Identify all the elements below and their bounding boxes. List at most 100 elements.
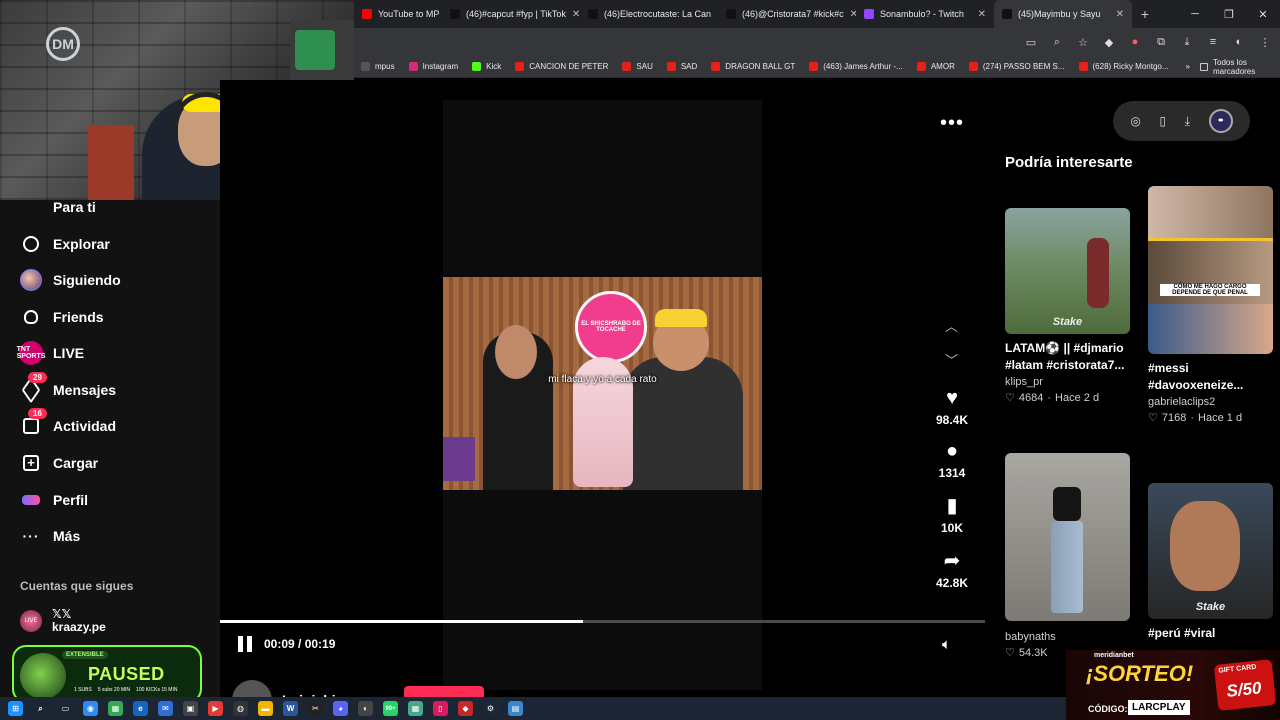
sidebar-item-explorar[interactable]: Explorar (18, 232, 110, 256)
bookmark-label: CANCION DE PETER (529, 62, 609, 71)
cast-icon[interactable]: ▭ (1024, 35, 1038, 49)
steam-icon[interactable]: ⚙ (483, 701, 498, 716)
phone-icon[interactable]: ▯ (1159, 114, 1166, 128)
more-bookmarks-button[interactable]: » (1176, 62, 1200, 71)
download-icon[interactable]: ⤓ (1180, 35, 1194, 49)
bookmark-item[interactable]: SAU (615, 62, 659, 71)
bookmark-item[interactable]: (274) PASSO BEM S... (962, 62, 1072, 71)
user-avatar[interactable]: ⬬ (1208, 109, 1233, 133)
browser-tab[interactable]: (46)#capcut #fyp | TikTok ✕ (442, 0, 580, 28)
bookmark-item[interactable]: CANCION DE PETER (508, 62, 615, 71)
suggested-video-card[interactable]: babynaths ♡ 54.3K (1005, 453, 1130, 659)
app3-icon[interactable]: ◆ (458, 701, 473, 716)
sidebar-item-para-ti[interactable]: Para ti (18, 195, 96, 219)
close-tab-icon[interactable]: ✕ (711, 9, 718, 20)
media-icon[interactable]: ▶ (208, 701, 223, 716)
browser-tab[interactable]: (45)Mayimbu y Sayu ✕ (994, 0, 1132, 28)
share-button[interactable]: ➦ 42.8K (930, 550, 974, 590)
browser-tab[interactable]: YouTube to MP✕ (354, 0, 442, 28)
zoom-icon[interactable]: ⌕ (1050, 35, 1064, 49)
save-button[interactable]: ▮ 10K (930, 495, 974, 535)
discord-icon[interactable]: ◕ (333, 701, 348, 716)
like-button[interactable]: ♥ 98.4K (930, 387, 974, 427)
sidebar-item-siguiendo[interactable]: Siguiendo (18, 268, 121, 292)
bookmark-item[interactable]: AMOR (910, 62, 962, 71)
account-handle: kraazy.pe (52, 620, 106, 634)
comment-icon: ● (945, 440, 959, 462)
bookmark-item[interactable]: mpus (354, 62, 402, 71)
paused-label: PAUSED (88, 664, 165, 684)
restore-icon[interactable]: ❐ (1212, 8, 1246, 21)
sidebar-item-label: Explorar (53, 236, 110, 252)
sidebar-item-perfil[interactable]: Perfil (18, 488, 88, 512)
app-icon[interactable]: ▦ (108, 701, 123, 716)
close-tab-icon[interactable]: ✕ (566, 9, 580, 20)
sidebar-item-live[interactable]: TNT SPORTS LIVE (17, 341, 84, 365)
following-account[interactable]: LIVE 𝕏𝕏 kraazy.pe (20, 608, 106, 634)
new-tab-button[interactable]: + (1132, 6, 1158, 22)
all-bookmarks-button[interactable]: Todos los marcadores (1199, 58, 1280, 76)
woman-head (495, 325, 537, 379)
sidebar-item-label: Mensajes (53, 382, 117, 398)
bookmark-item[interactable]: Instagram (402, 62, 466, 71)
chevron-down-icon[interactable]: ﹀ (945, 350, 958, 369)
whatsapp-icon[interactable]: 99+ (383, 701, 398, 716)
search-icon[interactable]: ⌕ (33, 701, 48, 716)
task-view-icon[interactable]: ▭ (58, 701, 73, 716)
menu-icon[interactable]: ⋮ (1258, 35, 1272, 49)
profile-extension-icon[interactable]: ◐ (1232, 35, 1246, 49)
browser-tab[interactable]: Sonambulo? - Twitch ✕ (856, 0, 994, 28)
bookmark-item[interactable]: DRAGON BALL GT (704, 62, 802, 71)
app4-icon[interactable]: ▤ (508, 701, 523, 716)
record-extension-icon[interactable]: ● (1128, 35, 1142, 49)
browser-tab[interactable]: (46)Electrocutaste: La Can✕ (580, 0, 718, 28)
more-options-icon[interactable]: ••• (940, 112, 964, 135)
bookmark-star-icon[interactable]: ☆ (1076, 35, 1090, 49)
close-window-icon[interactable]: ✕ (1246, 8, 1280, 21)
bookmark-item[interactable]: Kick (465, 62, 508, 71)
close-tab-icon[interactable]: ✕ (972, 9, 986, 20)
video-progress-bar[interactable] (220, 620, 985, 623)
folder-icon[interactable]: ▬ (258, 701, 273, 716)
capcut-icon[interactable]: ✂ (308, 701, 323, 716)
bookmark-item[interactable]: (628) Ricky Montgo... (1072, 62, 1176, 71)
sidebar-item-actividad[interactable]: 16 Actividad (18, 408, 116, 438)
chevron-up-icon[interactable]: ︿ (945, 316, 958, 335)
tv-icon[interactable]: ▣ (183, 701, 198, 716)
reading-list-icon[interactable]: ≡ (1206, 35, 1220, 49)
bookmark-item[interactable]: (463) James Arthur -... (802, 62, 910, 71)
gift-card-value: S/50 (1225, 678, 1263, 701)
app2-icon[interactable]: ◐ (358, 701, 373, 716)
suggested-video-card[interactable]: CÓMO ME HAGO CARGO DEPENDE DE QUE PENAL … (1148, 186, 1273, 424)
calculator-icon[interactable]: ▦ (408, 701, 423, 716)
promo-code: LARCPLAY (1128, 700, 1190, 715)
close-tab-icon[interactable]: ✕ (844, 9, 856, 20)
compass-icon[interactable]: ◎ (1130, 114, 1140, 128)
minimize-icon[interactable]: ─ (1178, 8, 1212, 21)
pause-icon[interactable] (238, 636, 254, 652)
bookmark-label: DRAGON BALL GT (725, 62, 796, 71)
chrome-icon[interactable]: ◉ (83, 701, 98, 716)
extension-icon[interactable]: ◆ (1102, 35, 1116, 49)
close-tab-icon[interactable]: ✕ (1110, 9, 1124, 20)
note-icon[interactable]: ▯ (433, 701, 448, 716)
sidebar-item-friends[interactable]: Friends (18, 305, 104, 329)
volume-icon[interactable]: 🔈︎ (942, 636, 951, 653)
mail-icon[interactable]: ✉ (158, 701, 173, 716)
windows-start-icon[interactable]: ⊞ (8, 701, 23, 716)
sidebar-item-cargar[interactable]: + Cargar (18, 451, 98, 475)
video-player[interactable]: EL SHICSHRABO DE TOCACHE mi flaca y yo a… (443, 277, 762, 490)
tab-favicon-icon (588, 9, 598, 19)
puzzle-icon[interactable]: ⧉ (1154, 35, 1168, 49)
obs-icon[interactable]: ◍ (233, 701, 248, 716)
suggested-video-card[interactable]: Stake #perú #viral (1148, 483, 1273, 642)
suggested-video-card[interactable]: Stake LATAM⚽ || #djmario #latam #cristora… (1005, 208, 1130, 404)
word-icon[interactable]: W (283, 701, 298, 716)
sidebar-item-más[interactable]: ··· Más (18, 524, 81, 548)
comment-button[interactable]: ● 1314 (930, 440, 974, 480)
sidebar-item-mensajes[interactable]: 29 Mensajes (18, 372, 117, 404)
browser-tab[interactable]: (46)@Cristorata7 #kick#c ✕ (718, 0, 856, 28)
bookmark-item[interactable]: SAD (660, 62, 704, 71)
edge-icon[interactable]: e (133, 701, 148, 716)
download-icon[interactable]: ⤓ (1185, 114, 1190, 129)
